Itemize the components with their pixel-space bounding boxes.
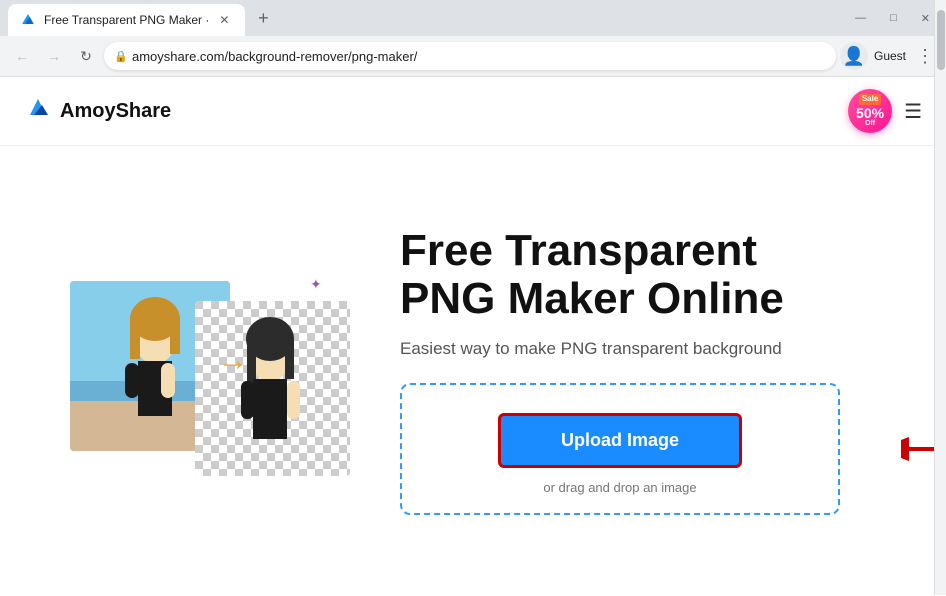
new-tab-button[interactable]: + bbox=[249, 4, 277, 32]
right-section: Free Transparent PNG Maker Online Easies… bbox=[380, 227, 906, 516]
address-bar-wrap: 🔒 bbox=[104, 42, 836, 70]
maximize-button[interactable]: □ bbox=[882, 8, 905, 28]
sale-badge-percent: 50% bbox=[856, 106, 884, 120]
browser-chrome: Free Transparent PNG Maker · ✕ + — □ ✕ ←… bbox=[0, 0, 946, 77]
tab-title: Free Transparent PNG Maker · bbox=[44, 13, 209, 27]
main-content: ✦ ✦ bbox=[0, 146, 946, 596]
upload-image-button[interactable]: Upload Image bbox=[498, 413, 742, 468]
after-image-svg bbox=[195, 301, 350, 476]
tab-bar: Free Transparent PNG Maker · ✕ + — □ ✕ bbox=[0, 0, 946, 36]
window-controls: — □ ✕ bbox=[847, 8, 938, 29]
page-content: AmoyShare Sale 50% Off ☰ ✦ ✦ bbox=[0, 77, 946, 596]
page-subtext: Easiest way to make PNG transparent back… bbox=[400, 339, 906, 359]
tab-close-button[interactable]: ✕ bbox=[215, 11, 233, 29]
profile-button[interactable]: 👤 bbox=[840, 42, 868, 70]
address-bar: ← → ↻ 🔒 👤 Guest ⋮ bbox=[0, 36, 946, 76]
upload-hint: or drag and drop an image bbox=[543, 480, 696, 495]
sale-badge-sale-text: Sale bbox=[859, 94, 881, 105]
site-header: AmoyShare Sale 50% Off ☰ bbox=[0, 77, 946, 146]
address-input[interactable] bbox=[104, 42, 836, 70]
guest-label: Guest bbox=[874, 49, 906, 63]
back-button[interactable]: ← bbox=[8, 42, 36, 70]
sale-badge[interactable]: Sale 50% Off bbox=[848, 89, 892, 133]
lock-icon: 🔒 bbox=[114, 50, 128, 63]
hamburger-menu-button[interactable]: ☰ bbox=[904, 99, 922, 124]
demo-after-image bbox=[195, 301, 350, 476]
minimize-button[interactable]: — bbox=[847, 8, 874, 28]
header-right: Sale 50% Off ☰ bbox=[848, 89, 922, 133]
demo-section: ✦ ✦ bbox=[40, 271, 380, 471]
upload-area-wrapper: Upload Image or drag and drop an image bbox=[400, 383, 906, 515]
scrollbar-thumb[interactable] bbox=[937, 10, 945, 70]
logo-icon bbox=[24, 97, 52, 125]
sparkle-icon: ✦ bbox=[310, 276, 322, 293]
logo[interactable]: AmoyShare bbox=[24, 97, 171, 125]
scrollbar[interactable] bbox=[934, 0, 946, 595]
tab-favicon bbox=[20, 12, 36, 28]
active-tab[interactable]: Free Transparent PNG Maker · ✕ bbox=[8, 4, 245, 36]
logo-text: AmoyShare bbox=[60, 100, 171, 123]
page-headline: Free Transparent PNG Maker Online bbox=[400, 227, 906, 324]
arrow-icon: → bbox=[218, 344, 248, 378]
refresh-button[interactable]: ↻ bbox=[72, 42, 100, 70]
forward-button[interactable]: → bbox=[40, 42, 68, 70]
demo-images: ✦ ✦ bbox=[70, 271, 350, 471]
upload-area[interactable]: Upload Image or drag and drop an image bbox=[400, 383, 840, 515]
sale-badge-off: Off bbox=[865, 120, 875, 128]
